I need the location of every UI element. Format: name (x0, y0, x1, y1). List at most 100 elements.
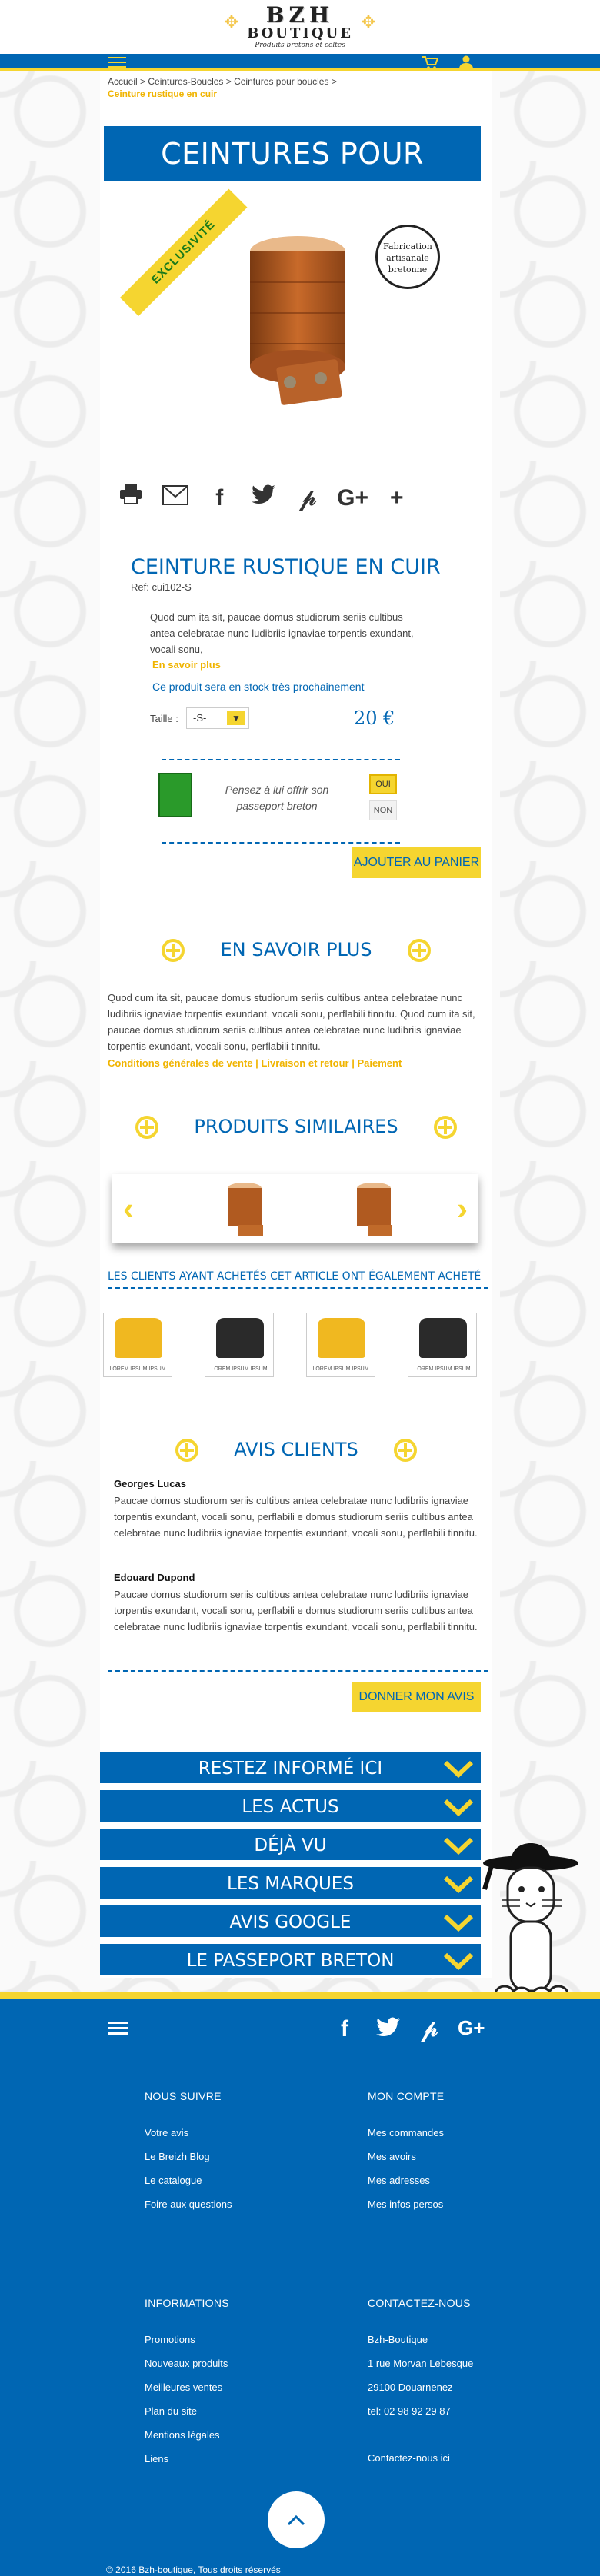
divider (108, 1670, 488, 1672)
google-plus-icon[interactable]: G+ (337, 483, 368, 514)
size-label: Taille : (150, 713, 178, 724)
chevron-up-icon (287, 2514, 305, 2526)
cgv-link[interactable]: Conditions générales de vente (108, 1057, 253, 1069)
breton-cat-mascot-icon (482, 1843, 578, 2005)
product-belt-image[interactable] (232, 228, 363, 405)
also-bought-item[interactable]: LOREM IPSUM IPSUM (103, 1313, 172, 1377)
footer-link[interactable]: Meilleures ventes (145, 2381, 229, 2393)
product-reference: Ref: cui102-S (131, 581, 192, 593)
google-plus-icon[interactable]: G+ (458, 2016, 485, 2040)
footer-link[interactable]: Mes avoirs (368, 2151, 444, 2162)
section-heading-reviews: AVIS CLIENTS (100, 1436, 492, 1463)
similar-products-carousel: ‹ › (112, 1174, 478, 1243)
footer-link[interactable]: Liens (145, 2453, 229, 2465)
fabrication-artisanale-stamp: Fabrication artisanale bretonne (375, 225, 440, 289)
chevron-down-icon (443, 1875, 474, 1894)
footer-link[interactable]: Mes commandes (368, 2127, 444, 2138)
share-bar: f 𝓅 G+ + (115, 482, 469, 513)
celtic-knot-icon (162, 939, 185, 962)
give-review-button[interactable]: DONNER MON AVIS (352, 1682, 481, 1712)
breadcrumb-path[interactable]: Accueil > Ceintures-Boucles > Ceintures … (108, 76, 337, 87)
footer-link[interactable]: Mes adresses (368, 2175, 444, 2186)
chevron-down-icon (443, 1914, 474, 1932)
accordion-actus[interactable]: LES ACTUS (100, 1790, 481, 1824)
paiement-link[interactable]: Paiement (357, 1057, 402, 1069)
product-image-area: EXCLUSIVITÉ Fabrication artisanale breto… (115, 188, 477, 409)
footer-link[interactable]: Le catalogue (145, 2175, 232, 2186)
contact-link[interactable]: Contactez-nous ici (368, 2452, 473, 2464)
accordion-avis-google[interactable]: AVIS GOOGLE (100, 1905, 481, 1939)
passport-offer-text: Pensez à lui offrir son passeport breton (225, 784, 329, 812)
chevron-down-icon (443, 1837, 474, 1855)
stock-status: Ce produit sera en stock très prochainem… (152, 681, 365, 693)
accordion-deja-vu[interactable]: DÉJÀ VU (100, 1829, 481, 1862)
breadcrumb-current: Ceinture rustique en cuir (108, 88, 218, 99)
celtic-knot-icon (135, 1116, 159, 1139)
product-short-description: Quod cum ita sit, paucae domus studiorum… (150, 611, 414, 655)
footer-link[interactable]: Plan du site (145, 2405, 229, 2417)
size-select[interactable]: -S- ▼ (186, 707, 249, 729)
passport-book-icon (158, 773, 192, 817)
twitter-icon[interactable] (248, 483, 279, 514)
accordion-passeport-breton[interactable]: LE PASSEPORT BRETON (100, 1944, 481, 1978)
section-heading-savoir-plus: EN SAVOIR PLUS (100, 936, 492, 964)
top-navbar (0, 54, 600, 71)
chevron-down-icon (443, 1799, 474, 1817)
site-footer: f 𝓅 G+ NOUS SUIVRE Votre avis Le Breizh … (0, 1992, 600, 2576)
similar-product-2[interactable] (351, 1180, 397, 1237)
more-info-link[interactable]: En savoir plus (152, 659, 221, 671)
footer-link[interactable]: Promotions (145, 2334, 229, 2345)
add-to-cart-button[interactable]: AJOUTER AU PANIER (352, 847, 481, 878)
footer-menu-hamburger-icon[interactable] (108, 2019, 128, 2037)
section-heading-similar: PRODUITS SIMILAIRES (100, 1113, 492, 1140)
chevron-down-icon: ▼ (227, 711, 245, 725)
accordion-restez-informe[interactable]: RESTEZ INFORMÉ ICI (100, 1752, 481, 1786)
twitter-icon[interactable] (375, 2016, 402, 2044)
pinterest-icon[interactable]: 𝓅 (293, 483, 324, 514)
more-share-icon[interactable]: + (382, 483, 412, 514)
site-logo[interactable]: ✥ BZH BOUTIQUE Produits bretons et celte… (225, 5, 375, 51)
facebook-icon[interactable]: f (204, 483, 235, 514)
also-bought-item[interactable]: LOREM IPSUM IPSUM (306, 1313, 375, 1377)
footer-link[interactable]: Votre avis (145, 2127, 232, 2138)
passport-yes-button[interactable]: OUI (369, 774, 397, 794)
passport-no-button[interactable]: NON (369, 800, 397, 820)
accordion-marques[interactable]: LES MARQUES (100, 1867, 481, 1901)
chevron-down-icon (443, 1760, 474, 1779)
livraison-link[interactable]: Livraison et retour (261, 1057, 348, 1069)
menu-hamburger-icon[interactable] (108, 54, 126, 69)
passport-offer: Pensez à lui offrir son passeport breton… (158, 759, 400, 844)
copyright: © 2016 Bzh-boutique, Tous droits réservé… (106, 2564, 281, 2575)
product-title: CEINTURE RUSTIQUE EN CUIR (131, 555, 441, 579)
exclusivite-ribbon: EXCLUSIVITÉ (120, 188, 248, 317)
review-item: Edouard Dupond Paucae domus studiorum se… (114, 1572, 478, 1632)
footer-col-mon-compte: MON COMPTE Mes commandes Mes avoirs Mes … (368, 2090, 445, 2210)
footer-link[interactable]: Le Breizh Blog (145, 2151, 232, 2162)
policy-links: Conditions générales de vente | Livraiso… (108, 1057, 402, 1069)
carousel-next-icon[interactable]: › (457, 1190, 468, 1228)
footer-col-nous-suivre: NOUS SUIVRE Votre avis Le Breizh Blog Le… (145, 2090, 232, 2210)
email-icon[interactable] (160, 483, 191, 514)
celtic-knot-icon (175, 1439, 199, 1462)
footer-link[interactable]: Nouveaux produits (145, 2358, 229, 2369)
category-banner: CEINTURES POUR BOUCLES (104, 126, 481, 226)
savoir-plus-text: Quod cum ita sit, paucae domus studiorum… (108, 992, 475, 1052)
footer-link[interactable]: Mes infos persos (368, 2198, 444, 2210)
main-content: Accueil > Ceintures-Boucles > Ceintures … (100, 71, 492, 1978)
also-bought-item[interactable]: LOREM IPSUM IPSUM (205, 1313, 274, 1377)
triskel-ornament-icon: ✥ (224, 12, 239, 32)
triskel-ornament-icon: ✥ (361, 12, 376, 32)
footer-col-informations: INFORMATIONS Promotions Nouveaux produit… (145, 2297, 229, 2465)
carousel-prev-icon[interactable]: ‹ (123, 1190, 134, 1228)
scroll-to-top-button[interactable] (268, 2491, 325, 2548)
footer-link[interactable]: Foire aux questions (145, 2198, 232, 2210)
facebook-icon[interactable]: f (341, 2016, 348, 2042)
celtic-knot-icon (433, 1116, 457, 1139)
review-item: Georges Lucas Paucae domus studiorum ser… (114, 1478, 478, 1539)
celtic-knot-icon (407, 939, 431, 962)
also-bought-item[interactable]: LOREM IPSUM IPSUM (408, 1313, 477, 1377)
footer-link[interactable]: Mentions légales (145, 2429, 229, 2441)
similar-product-1[interactable] (222, 1180, 268, 1237)
pinterest-icon[interactable]: 𝓅 (422, 2016, 438, 2042)
print-icon[interactable] (115, 482, 146, 513)
